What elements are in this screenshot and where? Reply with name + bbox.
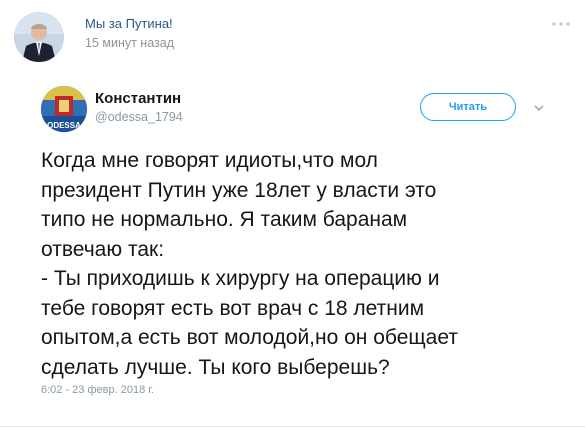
group-name-link[interactable]: Мы за Путина!	[85, 16, 173, 31]
tweet-author-avatar[interactable]: ODESSA	[41, 86, 87, 132]
tweet-author-handle[interactable]: @odessa_1794	[95, 110, 183, 124]
tweet-date[interactable]: 6:02 - 23 февр. 2018 г.	[41, 384, 154, 396]
post-header: Мы за Путина! 15 минут назад	[0, 0, 585, 62]
tweet-author-name[interactable]: Константин	[95, 90, 181, 107]
group-avatar-image	[14, 12, 64, 62]
post-time[interactable]: 15 минут назад	[85, 36, 174, 50]
tweet-card: ODESSA Константин @odessa_1794 Читать Ко…	[0, 62, 585, 428]
more-horizontal-icon[interactable]	[551, 18, 571, 28]
chevron-down-icon[interactable]	[534, 100, 544, 111]
follow-button[interactable]: Читать	[420, 93, 516, 121]
divider	[0, 426, 585, 427]
group-avatar[interactable]	[14, 12, 64, 62]
odessa-coat-of-arms-icon: ODESSA	[41, 86, 87, 132]
tweet-text: Когда мне говорят идиоты,что мол президе…	[41, 149, 458, 379]
svg-text:ODESSA: ODESSA	[47, 121, 81, 130]
